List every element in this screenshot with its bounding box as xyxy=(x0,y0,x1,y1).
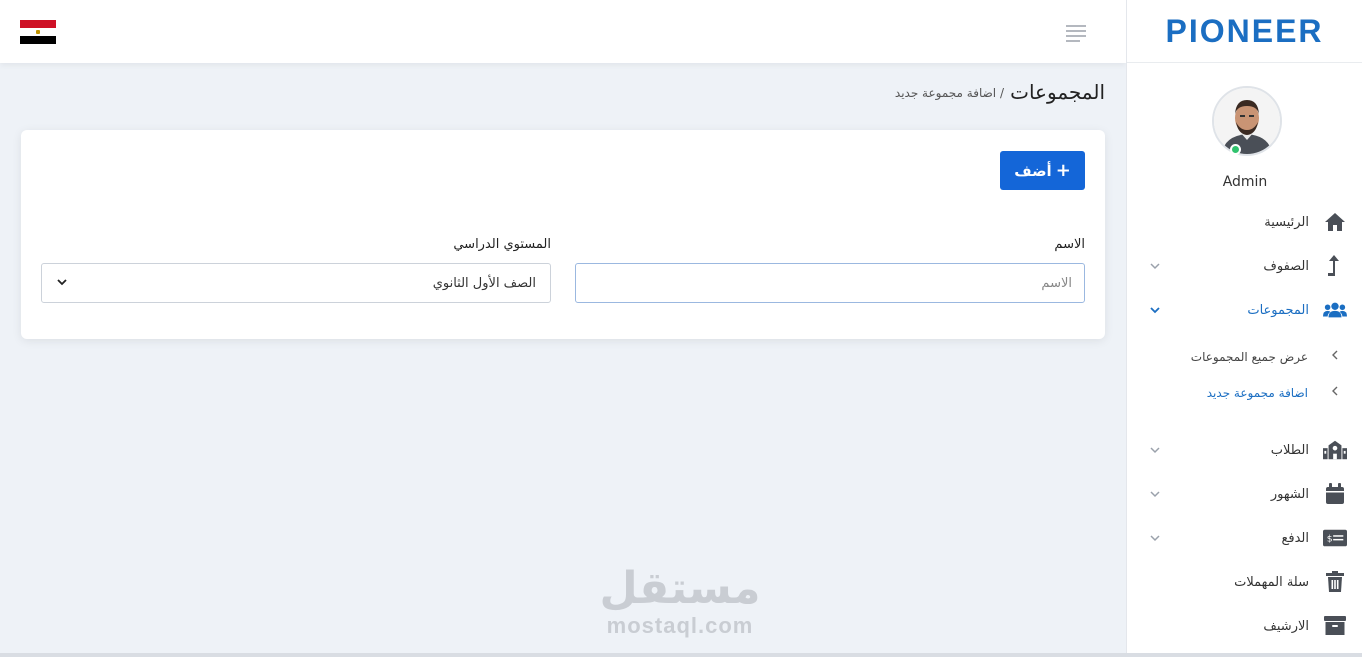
users-icon xyxy=(1323,298,1347,322)
sidebar-item-label: الدفع xyxy=(1281,530,1309,546)
avatar[interactable] xyxy=(1212,86,1282,156)
sidebar-item-label: الرئيسية xyxy=(1264,214,1309,230)
subitem-label: عرض جميع المجموعات xyxy=(1190,350,1308,364)
brand-name: PIONEER xyxy=(1165,12,1324,49)
bottom-divider xyxy=(0,653,1362,657)
sidebar-item-label: الطلاب xyxy=(1270,442,1309,458)
sidebar: PIONEER Admin الرئيسية الصفوف المجموعات … xyxy=(1126,0,1362,653)
subitem-add-group[interactable]: اضافة مجموعة جديد xyxy=(1127,380,1362,408)
chevron-down-icon xyxy=(1149,260,1161,272)
sidebar-item-label: المجموعات xyxy=(1247,302,1309,318)
sidebar-item-label: الشهور xyxy=(1270,486,1309,502)
archive-icon xyxy=(1323,614,1347,638)
sidebar-item-label: الارشيف xyxy=(1263,618,1309,634)
sidebar-item-students[interactable]: الطلاب xyxy=(1127,432,1362,468)
level-select-value: الصف الأول الثانوي xyxy=(432,275,536,291)
egypt-flag-icon[interactable] xyxy=(20,20,56,44)
add-button[interactable]: + أضف xyxy=(1000,151,1085,190)
level-label: المستوي الدراسي xyxy=(453,237,551,252)
subitem-view-all-groups[interactable]: عرض جميع المجموعات xyxy=(1127,344,1362,372)
svg-text:$: $ xyxy=(1327,534,1333,545)
chevron-down-icon xyxy=(1149,488,1161,500)
sidebar-item-label: الصفوف xyxy=(1263,258,1309,274)
sidebar-item-payment[interactable]: الدفع $ xyxy=(1127,520,1362,556)
chevron-down-icon xyxy=(1149,444,1161,456)
sidebar-item-home[interactable]: الرئيسية xyxy=(1127,204,1362,240)
school-icon xyxy=(1323,438,1347,462)
chevron-left-icon xyxy=(1331,350,1339,363)
add-button-label: أضف xyxy=(1014,161,1052,180)
level-up-icon xyxy=(1323,254,1347,278)
user-name: Admin xyxy=(1222,174,1268,190)
sidebar-item-label: سلة المهملات xyxy=(1234,574,1309,590)
name-label: الاسم xyxy=(1054,237,1085,252)
sidebar-item-trash[interactable]: سلة المهملات xyxy=(1127,564,1362,600)
name-input[interactable] xyxy=(575,263,1085,303)
chevron-down-icon xyxy=(1149,532,1161,544)
hamburger-icon[interactable] xyxy=(1066,25,1086,42)
calendar-icon xyxy=(1323,482,1347,506)
sidebar-item-months[interactable]: الشهور xyxy=(1127,476,1362,512)
watermark-arabic: مستقل xyxy=(599,563,761,614)
subitem-label: اضافة مجموعة جديد xyxy=(1206,386,1308,400)
chevron-down-icon xyxy=(56,276,68,291)
home-icon xyxy=(1323,210,1347,234)
plus-icon: + xyxy=(1055,159,1071,181)
trash-icon xyxy=(1323,570,1347,594)
sidebar-item-groups[interactable]: المجموعات xyxy=(1127,292,1362,328)
breadcrumb: / اضافة مجموعة جديد xyxy=(894,86,1004,100)
online-status-icon xyxy=(1230,144,1241,155)
chevron-down-icon xyxy=(1149,304,1161,316)
sidebar-item-classes[interactable]: الصفوف xyxy=(1127,248,1362,284)
chevron-left-icon xyxy=(1331,386,1339,399)
level-select[interactable]: الصف الأول الثانوي xyxy=(41,263,551,303)
sidebar-item-archive[interactable]: الارشيف xyxy=(1127,608,1362,644)
brand-logo[interactable]: PIONEER xyxy=(1127,0,1362,63)
watermark: مستقل mostaql.com xyxy=(590,565,770,639)
money-check-icon: $ xyxy=(1323,526,1347,550)
watermark-latin: mostaql.com xyxy=(606,613,754,638)
page-title: المجموعات xyxy=(1010,80,1105,104)
top-bar xyxy=(0,0,1126,63)
form-card: + أضف الاسم المستوي الدراسي الصف الأول ا… xyxy=(21,130,1105,339)
